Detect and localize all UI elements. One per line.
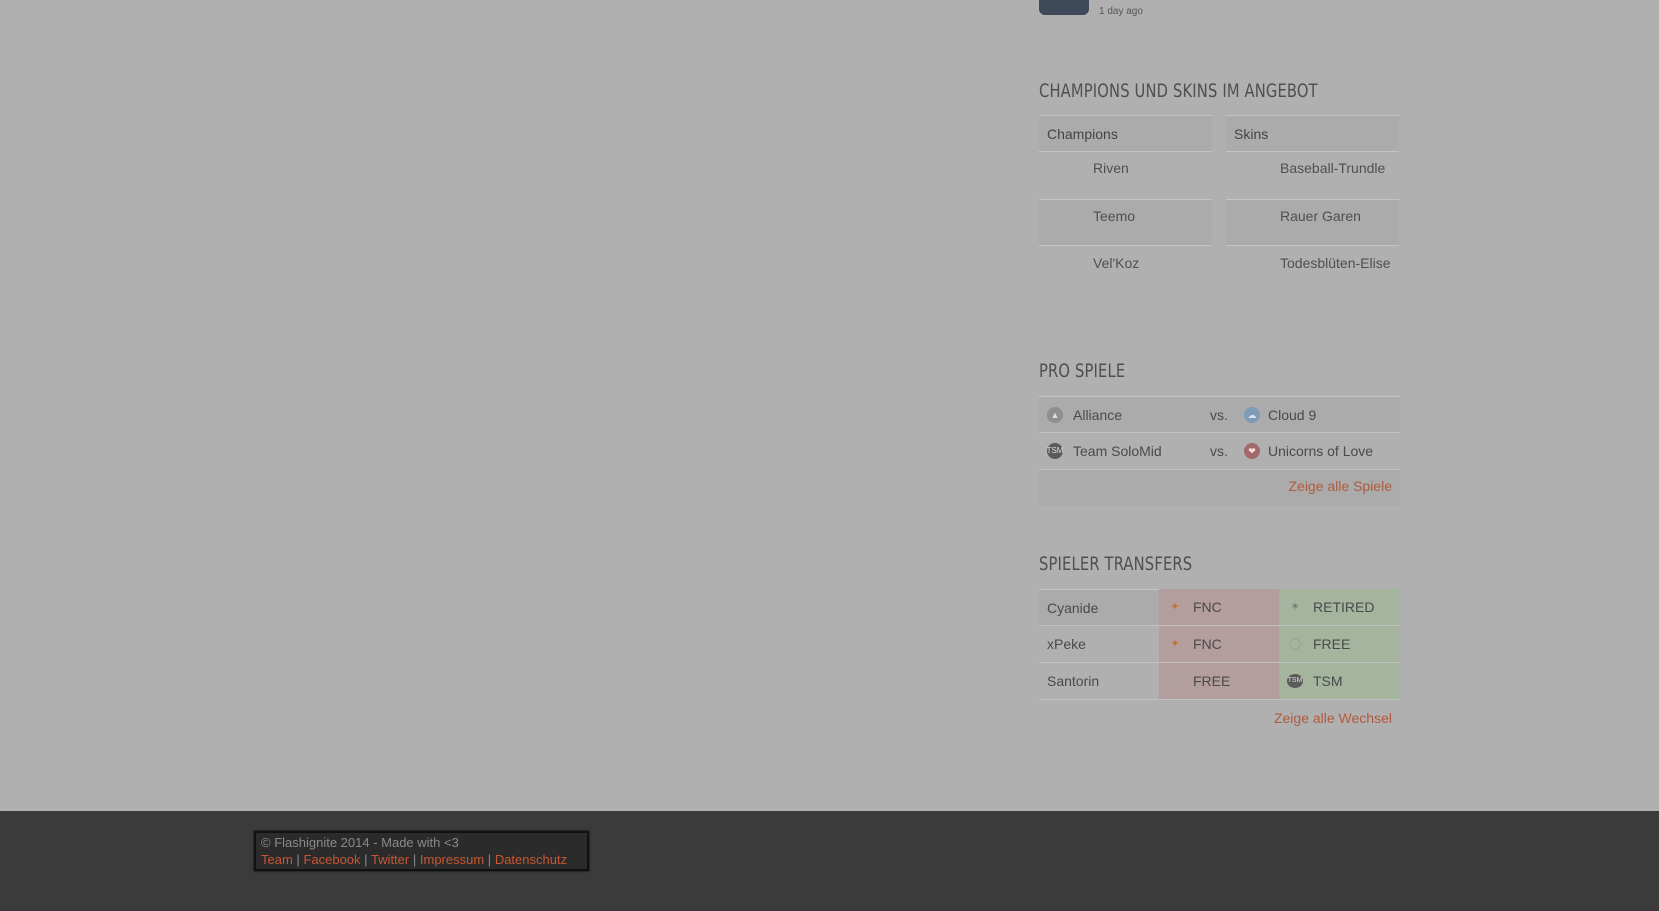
footer-box: © Flashignite 2014 - Made with <3 Team |…	[254, 831, 589, 871]
show-all-transfers-link[interactable]: Zeige alle Wechsel	[1274, 710, 1392, 726]
alliance-logo-icon: ▲	[1047, 407, 1063, 423]
uol-logo-icon: ❤	[1244, 443, 1260, 459]
vs-label: vs.	[1210, 443, 1228, 459]
news-thumbnail[interactable]	[1039, 0, 1089, 15]
player-name: Cyanide	[1039, 589, 1159, 626]
from-team-cell: ✦ FNC	[1159, 589, 1279, 626]
footer-link-twitter[interactable]: Twitter	[371, 852, 409, 867]
skin-item[interactable]: Todesblüten-Elise	[1226, 246, 1399, 293]
link-separator: |	[364, 852, 368, 867]
cloud9-logo-icon: ☁	[1244, 407, 1260, 423]
copyright-text: © Flashignite 2014 - Made with <3	[261, 835, 459, 850]
tsm-logo-icon: TSM	[1287, 674, 1303, 688]
vs-label: vs.	[1210, 407, 1228, 423]
skins-header: Skins	[1226, 115, 1399, 152]
retired-icon: ✶	[1290, 601, 1300, 613]
transfer-row[interactable]: Santorin ◯ FREE TSM TSM	[1039, 663, 1400, 700]
page-footer	[0, 811, 1659, 911]
champions-header: Champions	[1039, 115, 1212, 152]
free-agent-icon: ◯	[1288, 638, 1302, 650]
footer-link-datenschutz[interactable]: Datenschutz	[495, 852, 567, 867]
to-team-cell: ◯ FREE	[1279, 626, 1400, 663]
transfers-table: Cyanide ✦ FNC ✶ RETIRED xPeke ✦ FNC ◯ FR…	[1039, 589, 1400, 737]
link-separator: |	[412, 852, 417, 867]
champion-item[interactable]: Teemo	[1039, 199, 1212, 246]
footer-link-impressum[interactable]: Impressum	[420, 852, 484, 867]
transfer-row[interactable]: Cyanide ✦ FNC ✶ RETIRED	[1039, 589, 1400, 626]
footer-links: Team | Facebook | Twitter | Impressum | …	[261, 852, 582, 867]
transfers-title: SPIELER TRANSFERS	[1039, 553, 1193, 575]
fnatic-logo-icon: ✦	[1170, 601, 1180, 613]
to-team-cell: TSM TSM	[1279, 663, 1400, 700]
pro-games-table: ▲ Alliance vs. ☁ Cloud 9 TSM Team SoloMi…	[1039, 396, 1400, 506]
fnatic-logo-icon: ✦	[1170, 638, 1180, 650]
champion-item[interactable]: Riven	[1039, 152, 1212, 199]
news-timestamp: 1 day ago	[1099, 6, 1143, 17]
footer-link-facebook[interactable]: Facebook	[303, 852, 360, 867]
pro-games-footer: Zeige alle Spiele	[1039, 470, 1400, 506]
skins-column: Skins Baseball-Trundle Rauer Garen Todes…	[1226, 115, 1399, 293]
pro-games-title: PRO SPIELE	[1039, 360, 1126, 382]
champions-column: Champions Riven Teemo Vel'Koz	[1039, 115, 1212, 293]
skin-item[interactable]: Rauer Garen	[1226, 199, 1399, 246]
team2-name: Unicorns of Love	[1268, 443, 1374, 459]
link-separator: |	[487, 852, 492, 867]
transfer-row[interactable]: xPeke ✦ FNC ◯ FREE	[1039, 626, 1400, 663]
match-row[interactable]: ▲ Alliance vs. ☁ Cloud 9	[1039, 396, 1400, 433]
champions-section-title: CHAMPIONS UND SKINS IM ANGEBOT	[1039, 80, 1318, 102]
from-team-cell: ◯ FREE	[1159, 663, 1279, 700]
from-team: FNC	[1193, 636, 1222, 652]
footer-link-team[interactable]: Team	[261, 852, 293, 867]
team2-name: Cloud 9	[1268, 407, 1317, 423]
from-team-cell: ✦ FNC	[1159, 626, 1279, 663]
from-team: FREE	[1193, 673, 1231, 689]
match-row[interactable]: TSM Team SoloMid vs. ❤ Unicorns of Love	[1039, 433, 1400, 470]
player-name: Santorin	[1039, 663, 1159, 700]
champion-item[interactable]: Vel'Koz	[1039, 246, 1212, 293]
team1-name: Team SoloMid	[1073, 443, 1162, 459]
to-team: TSM	[1313, 673, 1343, 689]
skin-item[interactable]: Baseball-Trundle	[1226, 152, 1399, 199]
tsm-logo-icon: TSM	[1047, 443, 1063, 459]
from-team: FNC	[1193, 599, 1222, 615]
free-agent-icon: ◯	[1168, 675, 1182, 687]
to-team: RETIRED	[1313, 599, 1375, 615]
transfers-footer: Zeige alle Wechsel	[1039, 700, 1400, 737]
team1-name: Alliance	[1073, 407, 1123, 423]
player-name: xPeke	[1039, 626, 1159, 663]
link-separator: |	[296, 852, 300, 867]
to-team-cell: ✶ RETIRED	[1279, 589, 1400, 626]
show-all-games-link[interactable]: Zeige alle Spiele	[1288, 478, 1392, 494]
to-team: FREE	[1313, 636, 1351, 652]
